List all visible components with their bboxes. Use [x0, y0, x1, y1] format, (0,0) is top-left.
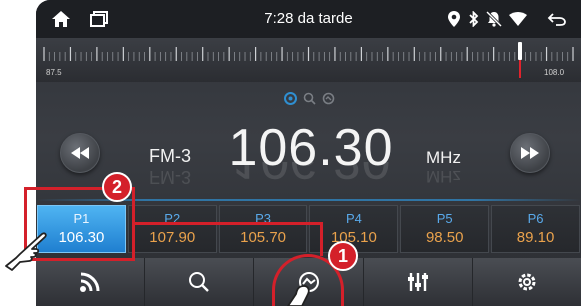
frequency-reflection: 106.30	[216, 162, 406, 190]
equalizer-button[interactable]	[364, 258, 473, 306]
callout-connector	[320, 222, 323, 256]
scan-mode-icon[interactable]	[322, 92, 335, 105]
preset-frequency: 105.10	[330, 229, 377, 246]
preset-label: P5	[436, 211, 453, 226]
search-mode-icon[interactable]	[303, 92, 316, 105]
scale-min-label: 87.5	[46, 68, 62, 77]
preset-label: P6	[527, 211, 544, 226]
unit-label-reflection: MHz	[426, 167, 461, 186]
mode-icons	[284, 92, 335, 105]
band-label: FM-3	[149, 146, 191, 166]
preset-label: P4	[345, 211, 362, 226]
band-label-reflection: FM-3	[149, 167, 191, 187]
seek-forward-button[interactable]	[510, 133, 550, 173]
search-icon	[189, 272, 210, 292]
preset-p5[interactable]: P5 98.50	[400, 205, 490, 253]
status-bar: 7:28 da tarde	[36, 0, 581, 38]
fast-forward-icon	[521, 147, 539, 159]
rewind-icon	[71, 147, 89, 159]
rss-icon	[80, 272, 100, 292]
callout-badge-2: 2	[102, 172, 132, 202]
wifi-icon	[508, 9, 528, 29]
pointing-hand-icon	[5, 232, 47, 271]
unit-label: MHz	[426, 148, 461, 167]
preset-frequency: 89.10	[516, 229, 555, 246]
equalizer-icon	[407, 273, 428, 291]
callout-connector	[135, 222, 322, 225]
settings-button[interactable]	[473, 258, 581, 306]
rds-button[interactable]	[36, 258, 146, 306]
frequency-scale[interactable]: 87.5 108.0	[36, 38, 581, 82]
tuner-needle-marker	[519, 60, 521, 78]
preset-p6[interactable]: P6 89.10	[491, 205, 580, 253]
preset-p3[interactable]: P3 105.70	[218, 205, 308, 253]
tune-mode-icon[interactable]	[284, 92, 297, 105]
location-icon	[446, 9, 462, 29]
notifications-off-icon	[485, 9, 503, 29]
scale-max-label: 108.0	[544, 68, 565, 77]
scale-ruler	[43, 47, 574, 61]
tuner-needle[interactable]	[518, 42, 522, 60]
seek-back-button[interactable]	[60, 133, 100, 173]
preset-frequency: 98.50	[425, 229, 464, 246]
preset-frequency: 105.70	[240, 229, 287, 246]
pointing-hand-icon	[287, 285, 310, 306]
search-button[interactable]	[145, 258, 255, 306]
settings-icon	[518, 273, 536, 291]
bluetooth-icon	[467, 9, 481, 29]
back-icon[interactable]	[546, 9, 568, 29]
preset-frequency: 107.90	[149, 229, 196, 246]
preset-p2[interactable]: P2 107.90	[127, 205, 217, 253]
callout-badge-1: 1	[328, 241, 358, 271]
